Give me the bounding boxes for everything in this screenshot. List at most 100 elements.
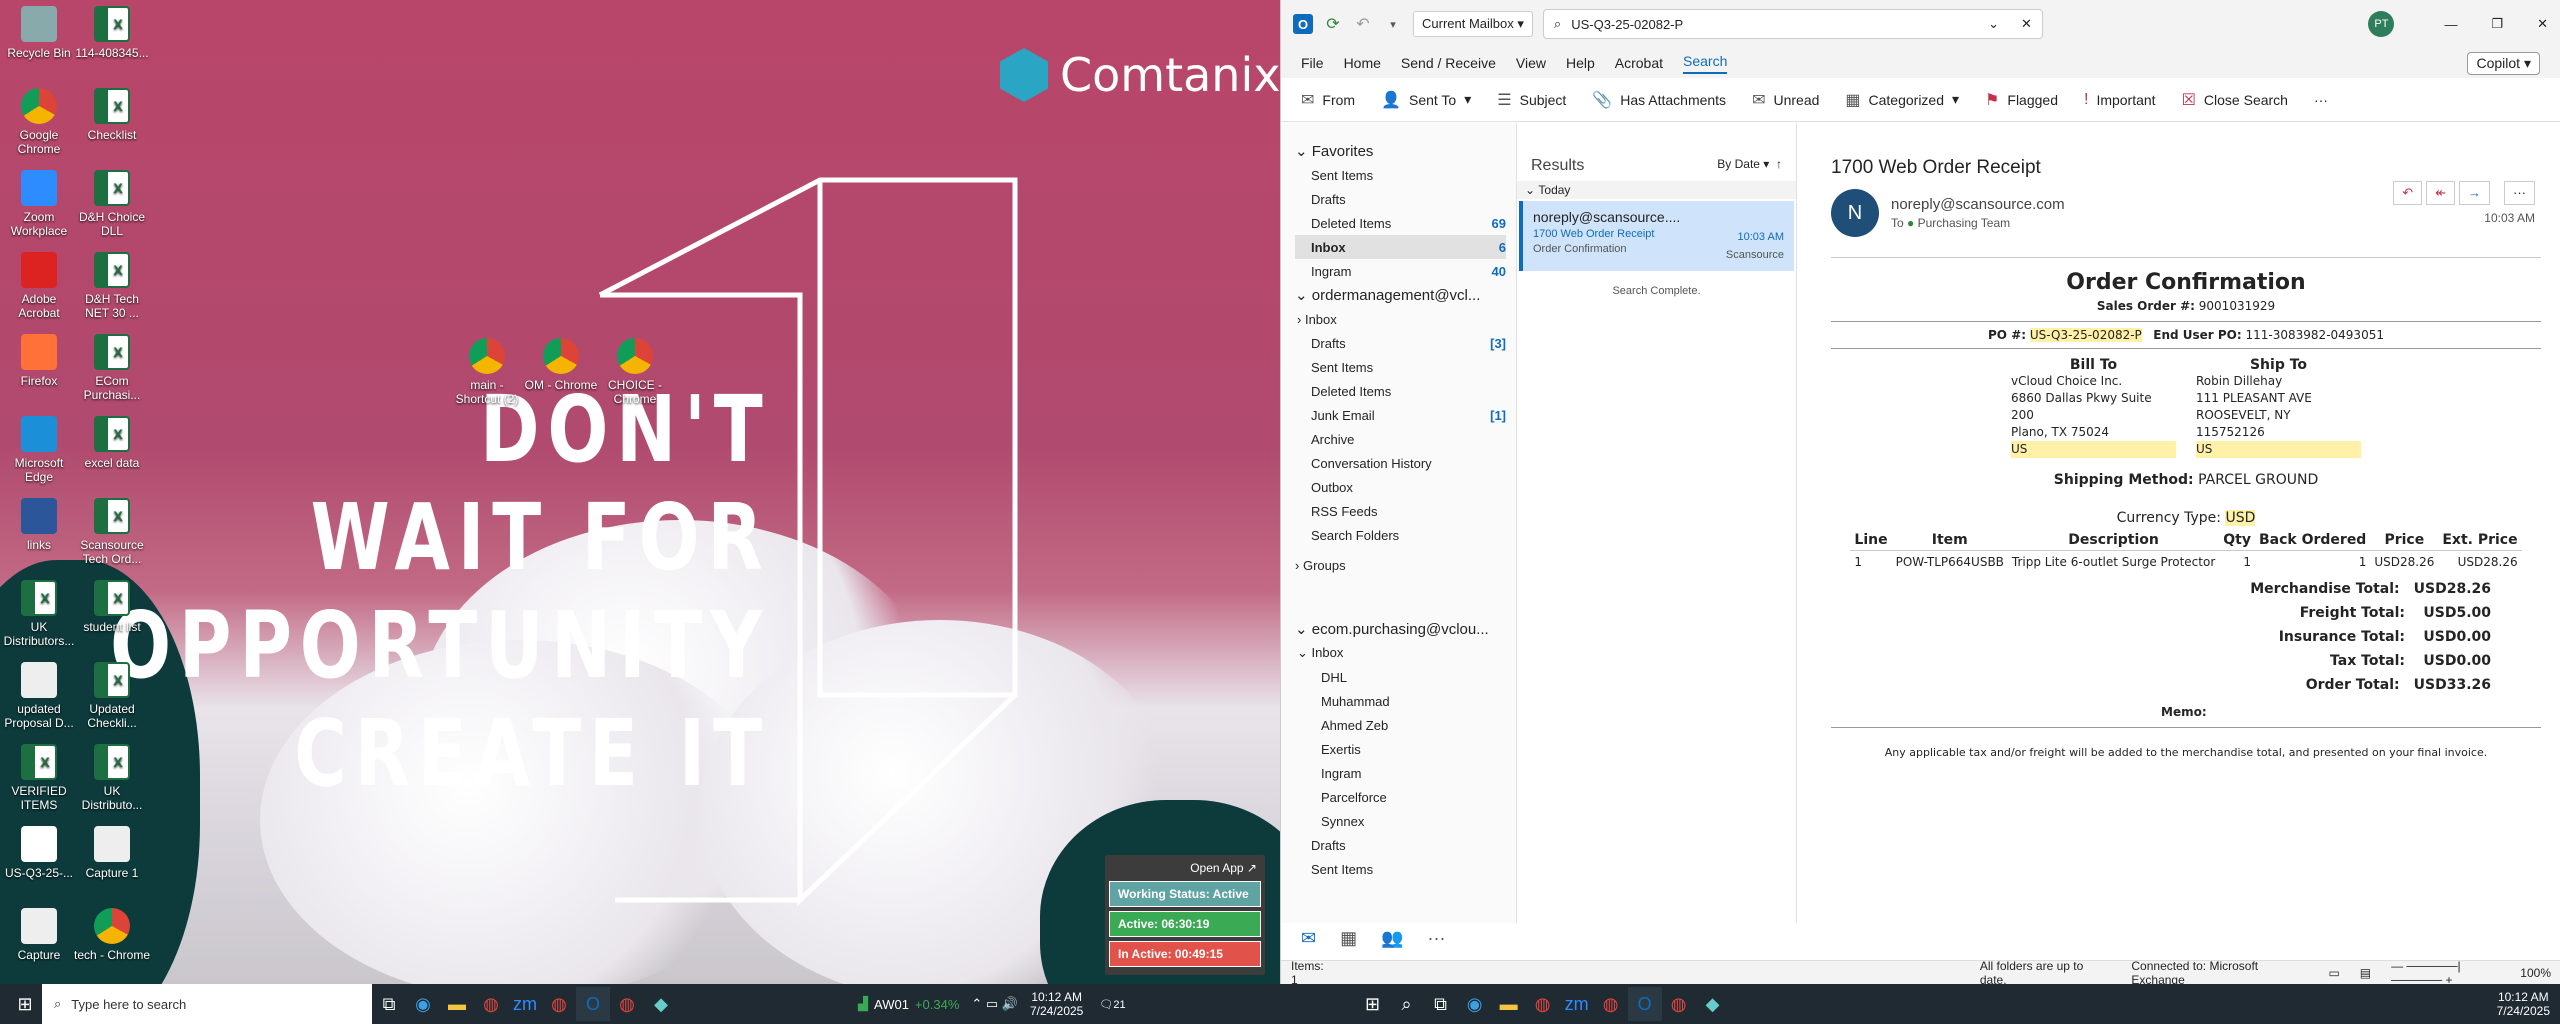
desktop-icon[interactable]: Adobe Acrobat: [0, 252, 78, 320]
forward-icon[interactable]: →: [2459, 181, 2490, 205]
customize-icon[interactable]: ▾: [1383, 14, 1403, 34]
folder-item[interactable]: RSS Feeds: [1295, 499, 1506, 523]
taskbar-search[interactable]: ⌕ Type here to search: [42, 984, 372, 1024]
close-icon[interactable]: ✕: [2021, 16, 2032, 32]
has-attachments-button[interactable]: 📎 Has Attachments: [1592, 90, 1726, 110]
tray-icons[interactable]: ⌃ ▭ 🔊: [971, 996, 1018, 1012]
folder-item[interactable]: Sent Items: [1295, 857, 1506, 881]
desktop-icon[interactable]: updated Proposal D...: [0, 662, 78, 730]
sent-to-button[interactable]: 👤 Sent To ▾: [1381, 90, 1471, 110]
groups-header[interactable]: › Groups: [1295, 553, 1506, 577]
windows-start-icon[interactable]: ⊞: [8, 987, 42, 1021]
folder-item[interactable]: › Inbox: [1295, 307, 1506, 331]
folder-item[interactable]: Ahmed Zeb: [1295, 713, 1506, 737]
folder-item[interactable]: Conversation History: [1295, 451, 1506, 475]
folder-item[interactable]: Synnex: [1295, 809, 1506, 833]
close-window-icon[interactable]: ✕: [2537, 16, 2548, 32]
folder-item[interactable]: Search Folders: [1295, 523, 1506, 547]
account-header[interactable]: ⌄ ecom.purchasing@vclou...: [1295, 617, 1506, 641]
restore-icon[interactable]: ❐: [2491, 16, 2503, 32]
search-input[interactable]: ⌕ US-Q3-25-02082-P ⌄ ✕: [1542, 9, 2043, 39]
desktop-icon[interactable]: X Scansource Tech Ord...: [73, 498, 151, 566]
group-header[interactable]: ⌄ Today: [1517, 181, 1796, 199]
chrome-icon[interactable]: ◍: [542, 987, 576, 1021]
chrome-icon[interactable]: ◍: [1662, 987, 1696, 1021]
folder-item[interactable]: Parcelforce: [1295, 785, 1506, 809]
desktop-icon[interactable]: Capture: [0, 908, 78, 962]
tab-view[interactable]: View: [1516, 55, 1546, 71]
from-button[interactable]: ✉ From: [1301, 90, 1355, 110]
folder-item[interactable]: Drafts: [1295, 833, 1506, 857]
folder-item[interactable]: Outbox: [1295, 475, 1506, 499]
chrome-icon[interactable]: ◍: [610, 987, 644, 1021]
open-app-button[interactable]: Open App ↗: [1109, 859, 1261, 881]
reply-icon[interactable]: ↶: [2393, 181, 2423, 205]
folder-item[interactable]: Drafts [3]: [1295, 331, 1506, 355]
app-icon[interactable]: ◆: [1696, 987, 1730, 1021]
desktop-shortcut[interactable]: CHOICE - Chrome: [596, 338, 674, 406]
desktop-icon[interactable]: X VERIFIED ITEMS: [0, 744, 78, 812]
unread-button[interactable]: ✉ Unread: [1752, 90, 1819, 110]
folder-item[interactable]: Deleted Items: [1295, 379, 1506, 403]
important-button[interactable]: ! Important: [2084, 91, 2156, 109]
sender-email[interactable]: noreply@scansource.com: [1891, 196, 2065, 213]
subject-button[interactable]: ☰ Subject: [1497, 90, 1566, 110]
desktop-icon[interactable]: X ECom Purchasi...: [73, 334, 151, 402]
desktop-shortcut[interactable]: main - Shortcut (2): [448, 338, 526, 406]
desktop-icon[interactable]: Zoom Workplace: [0, 170, 78, 238]
message-item[interactable]: noreply@scansource.... 1700 Web Order Re…: [1519, 201, 1794, 271]
desktop-icon[interactable]: Xexcel data: [73, 416, 151, 470]
folder-item[interactable]: Sent Items: [1295, 163, 1506, 187]
zoom-icon[interactable]: zm: [508, 987, 542, 1021]
tab-help[interactable]: Help: [1566, 55, 1595, 71]
recipient[interactable]: Purchasing Team: [1918, 216, 2011, 230]
desktop-icon[interactable]: links: [0, 498, 78, 552]
copilot-button[interactable]: Copilot ▾: [2467, 51, 2540, 75]
desktop-icon[interactable]: X UK Distributors...: [0, 580, 78, 648]
tab-search[interactable]: Search: [1683, 53, 1728, 74]
desktop-icon[interactable]: Google Chrome: [0, 88, 78, 156]
desktop-icon[interactable]: X D&H Tech NET 30 ...: [73, 252, 151, 320]
file-explorer-icon[interactable]: ▬: [440, 987, 474, 1021]
chevron-down-icon[interactable]: ⌄: [1988, 16, 1999, 32]
folder-item[interactable]: Ingram 40: [1295, 259, 1506, 283]
tab-file[interactable]: File: [1301, 55, 1324, 71]
calendar-icon[interactable]: ▦: [1340, 928, 1357, 949]
more-actions-icon[interactable]: ···: [2504, 181, 2535, 205]
folder-item[interactable]: Ingram: [1295, 761, 1506, 785]
undo-icon[interactable]: ↶: [1353, 14, 1373, 34]
desktop-icon[interactable]: X D&H Choice DLL: [73, 170, 151, 238]
desktop-icon[interactable]: US-Q3-25-...: [0, 826, 78, 880]
stock-ticker[interactable]: ▟ AW01 +0.34%: [858, 996, 959, 1012]
desktop-icon[interactable]: Recycle Bin: [0, 6, 78, 60]
folder-item[interactable]: Muhammad: [1295, 689, 1506, 713]
desktop-icon[interactable]: X UK Distributo...: [73, 744, 151, 812]
sync-icon[interactable]: ⟳: [1323, 14, 1343, 34]
tab-send-receive[interactable]: Send / Receive: [1401, 55, 1496, 71]
desktop-icon[interactable]: Xstudent list: [73, 580, 151, 634]
flagged-button[interactable]: ⚑ Flagged: [1985, 90, 2058, 110]
file-explorer-icon[interactable]: ▬: [1492, 987, 1526, 1021]
folder-item[interactable]: Inbox 6: [1295, 235, 1506, 259]
desktop-icon[interactable]: X 114-408345...: [73, 6, 151, 60]
edge-icon[interactable]: ◉: [406, 987, 440, 1021]
reply-all-icon[interactable]: ↞: [2426, 181, 2455, 205]
normal-view-icon[interactable]: ▭: [2328, 966, 2339, 980]
folder-item[interactable]: Deleted Items 69: [1295, 211, 1506, 235]
chrome-icon[interactable]: ◍: [1594, 987, 1628, 1021]
desktop-icon[interactable]: Capture 1: [73, 826, 151, 880]
task-view-icon[interactable]: ⧉: [1424, 987, 1458, 1021]
folder-item[interactable]: DHL: [1295, 665, 1506, 689]
notification-icon[interactable]: 🗨21: [1099, 998, 1125, 1011]
desktop-icon[interactable]: X Updated Checkli...: [73, 662, 151, 730]
desktop-icon[interactable]: Microsoft Edge: [0, 416, 78, 484]
tab-home[interactable]: Home: [1344, 55, 1381, 71]
close-search-button[interactable]: ☒ Close Search: [2182, 90, 2288, 110]
sort-button[interactable]: By Date ▾ ↑: [1717, 157, 1782, 175]
task-view-icon[interactable]: ⧉: [372, 987, 406, 1021]
folder-item[interactable]: Sent Items: [1295, 355, 1506, 379]
zoom-icon[interactable]: zm: [1560, 987, 1594, 1021]
outlook-taskbar-icon[interactable]: O: [576, 987, 610, 1021]
reading-view-icon[interactable]: ▤: [2360, 966, 2371, 980]
desktop-icon[interactable]: X Checklist: [73, 88, 151, 142]
